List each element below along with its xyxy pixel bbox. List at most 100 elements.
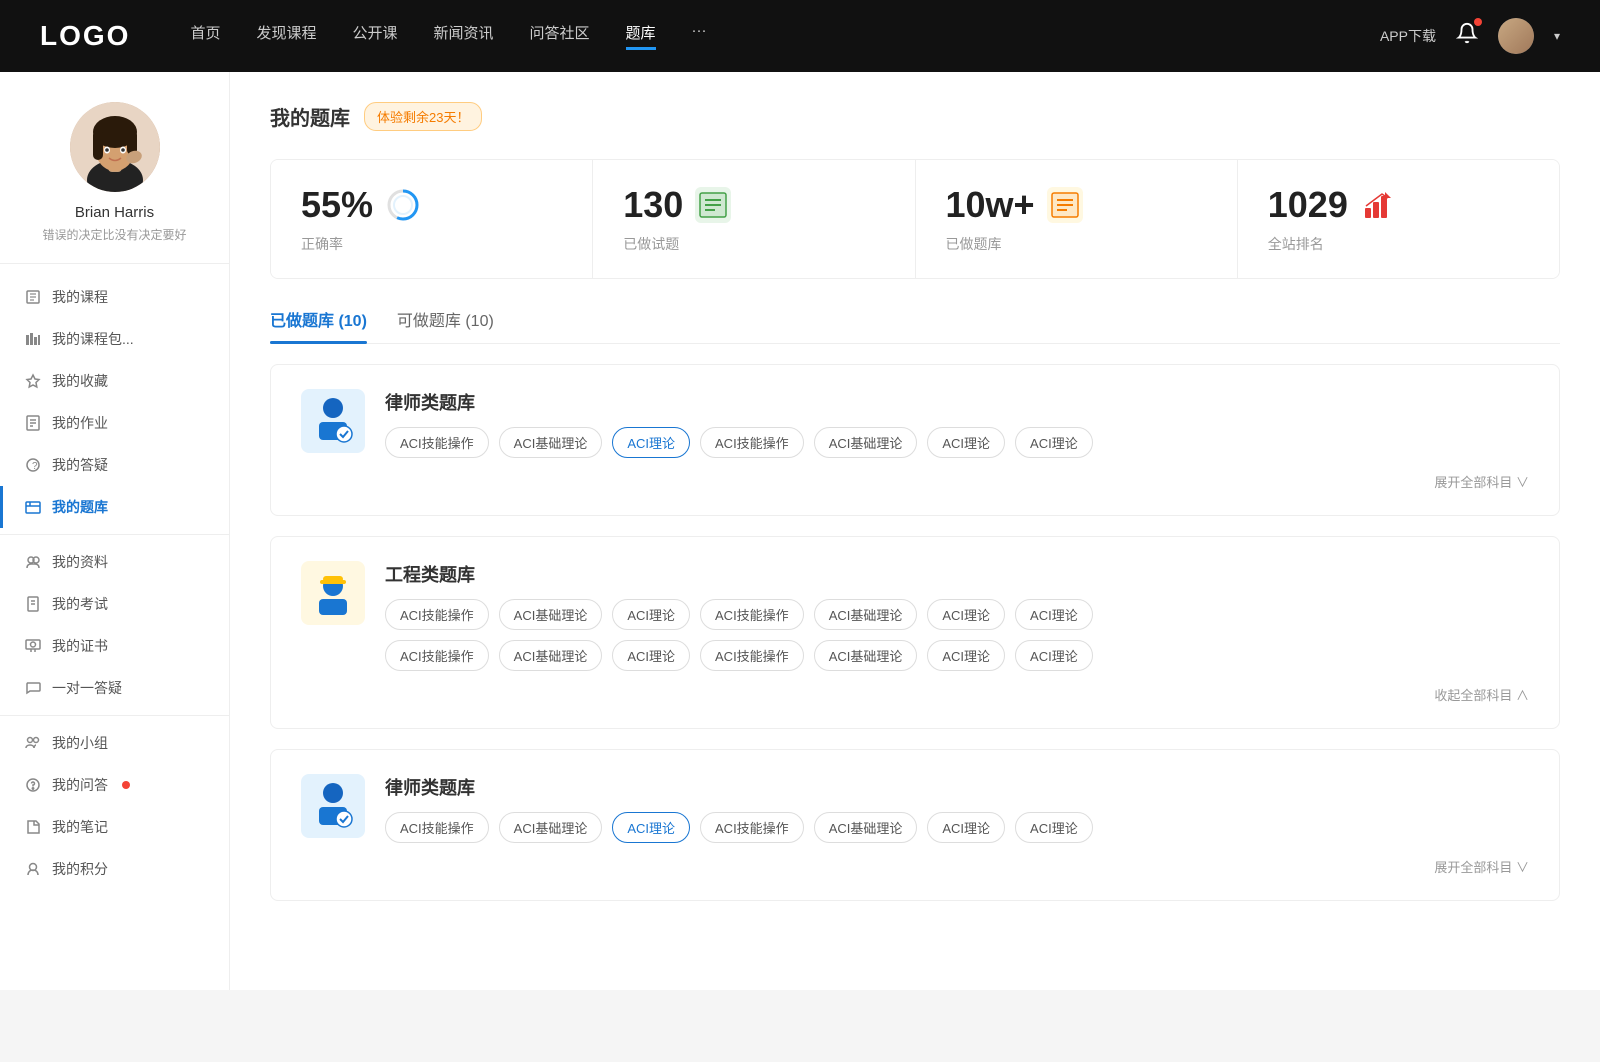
tag-2b-2[interactable]: ACI理论 [612,640,690,671]
tag-2a-3[interactable]: ACI技能操作 [700,599,804,630]
tag-3-2[interactable]: ACI理论 [612,812,690,843]
tag-3-6[interactable]: ACI理论 [1015,812,1093,843]
tag-1-6[interactable]: ACI理论 [1015,427,1093,458]
tag-2a-4[interactable]: ACI基础理论 [814,599,918,630]
lawyer-icon-1 [301,389,365,453]
collect-icon [24,372,42,390]
engineer-icon [301,561,365,625]
tag-2b-4[interactable]: ACI基础理论 [814,640,918,671]
tag-2b-0[interactable]: ACI技能操作 [385,640,489,671]
sidebar-item-1on1[interactable]: 一对一答疑 [0,667,229,709]
sidebar-username: Brian Harris [75,204,154,221]
myexam-icon [24,595,42,613]
user-avatar[interactable] [1498,18,1534,54]
sidebar-item-mycert[interactable]: 我的证书 [0,625,229,667]
sidebar-label-mygroup: 我的小组 [52,733,108,753]
nav-bank[interactable]: 题库 [626,22,656,50]
sidebar-item-mygroup[interactable]: 我的小组 [0,722,229,764]
bank-card-header-2: 工程类题库 ACI技能操作 ACI基础理论 ACI理论 ACI技能操作 ACI基… [301,561,1529,671]
user-dropdown-arrow[interactable]: ▾ [1554,29,1560,43]
stat-done-q-label: 已做试题 [623,234,884,254]
tag-1-4[interactable]: ACI基础理论 [814,427,918,458]
sidebar-item-mynote[interactable]: 我的笔记 [0,806,229,848]
stat-done-banks: 10w+ 已做题库 [916,160,1238,278]
course-icon [24,288,42,306]
tabs-row: 已做题库 (10) 可做题库 (10) [270,307,1560,344]
notification-badge [1474,18,1482,26]
mycert-icon [24,637,42,655]
coursepack-icon [24,330,42,348]
nav-home[interactable]: 首页 [190,22,220,50]
sidebar-label-1on1: 一对一答疑 [52,678,122,698]
divider-2 [0,715,229,716]
sidebar-avatar [70,102,160,192]
sidebar-item-course[interactable]: 我的课程 [0,276,229,318]
sidebar-item-myquestion[interactable]: 我的问答 [0,764,229,806]
tag-2a-2[interactable]: ACI理论 [612,599,690,630]
tag-1-3[interactable]: ACI技能操作 [700,427,804,458]
tag-1-1[interactable]: ACI基础理论 [499,427,603,458]
sidebar-item-homework[interactable]: 我的作业 [0,402,229,444]
nav-more[interactable]: ··· [692,22,707,50]
bank-title-1: 律师类题库 [385,389,1529,415]
sidebar-label-myexam: 我的考试 [52,594,108,614]
stat-rank-value: 1029 [1268,184,1348,226]
expand-link-1[interactable]: 展开全部科目 ∨ [301,472,1529,491]
tag-2b-6[interactable]: ACI理论 [1015,640,1093,671]
bank-card-engineer: 工程类题库 ACI技能操作 ACI基础理论 ACI理论 ACI技能操作 ACI基… [270,536,1560,729]
tag-3-5[interactable]: ACI理论 [927,812,1005,843]
nav-news[interactable]: 新闻资讯 [434,22,494,50]
page-title: 我的题库 [270,102,350,131]
tag-3-0[interactable]: ACI技能操作 [385,812,489,843]
sidebar-item-collect[interactable]: 我的收藏 [0,360,229,402]
sidebar-item-coursepack[interactable]: 我的课程包... [0,318,229,360]
mybank-icon [24,498,42,516]
tag-2b-1[interactable]: ACI基础理论 [499,640,603,671]
tag-3-4[interactable]: ACI基础理论 [814,812,918,843]
sidebar-motto: 错误的决定比没有决定要好 [42,226,186,243]
tag-1-2[interactable]: ACI理论 [612,427,690,458]
tab-done-banks[interactable]: 已做题库 (10) [270,307,367,343]
tag-2a-0[interactable]: ACI技能操作 [385,599,489,630]
mydata-icon [24,553,42,571]
mynote-icon [24,818,42,836]
tag-2a-1[interactable]: ACI基础理论 [499,599,603,630]
sidebar-label-homework: 我的作业 [52,413,108,433]
nav-opencourse[interactable]: 公开课 [352,22,397,50]
tag-3-1[interactable]: ACI基础理论 [499,812,603,843]
mypoints-icon [24,860,42,878]
sidebar-item-mypoints[interactable]: 我的积分 [0,848,229,890]
nav-qa[interactable]: 问答社区 [530,22,590,50]
sidebar-profile: Brian Harris 错误的决定比没有决定要好 [0,102,229,264]
tag-2a-5[interactable]: ACI理论 [927,599,1005,630]
stat-done-b-label: 已做题库 [946,234,1207,254]
sidebar-label-coursepack: 我的课程包... [52,329,134,349]
tag-2b-3[interactable]: ACI技能操作 [700,640,804,671]
sidebar-item-mybank[interactable]: 我的题库 [0,486,229,528]
tag-2a-6[interactable]: ACI理论 [1015,599,1093,630]
nav-discover[interactable]: 发现课程 [256,22,316,50]
notification-bell[interactable] [1456,22,1478,50]
tags-row-2a: ACI技能操作 ACI基础理论 ACI理论 ACI技能操作 ACI基础理论 AC… [385,599,1529,630]
tag-2b-5[interactable]: ACI理论 [927,640,1005,671]
qa-icon: ? [24,456,42,474]
expand-link-3[interactable]: 展开全部科目 ∨ [301,857,1529,876]
stat-done-q-value: 130 [623,184,683,226]
accuracy-icon [385,187,421,223]
sidebar-label-collect: 我的收藏 [52,371,108,391]
sidebar-item-qa[interactable]: ? 我的答疑 [0,444,229,486]
tag-1-0[interactable]: ACI技能操作 [385,427,489,458]
sidebar-item-mydata[interactable]: 我的资料 [0,541,229,583]
sidebar-item-myexam[interactable]: 我的考试 [0,583,229,625]
tag-1-5[interactable]: ACI理论 [927,427,1005,458]
collapse-link-2[interactable]: 收起全部科目 ∧ [301,685,1529,704]
tab-available-banks[interactable]: 可做题库 (10) [397,307,494,343]
tags-row-2b: ACI技能操作 ACI基础理论 ACI理论 ACI技能操作 ACI基础理论 AC… [385,640,1529,671]
stat-accuracy: 55% 正确率 [271,160,593,278]
1on1-icon [24,679,42,697]
svg-text:?: ? [32,461,38,472]
app-download-link[interactable]: APP下载 [1380,26,1436,46]
tag-3-3[interactable]: ACI技能操作 [700,812,804,843]
bank-card-lawyer-2: 律师类题库 ACI技能操作 ACI基础理论 ACI理论 ACI技能操作 ACI基… [270,749,1560,901]
sidebar-label-mydata: 我的资料 [52,552,108,572]
